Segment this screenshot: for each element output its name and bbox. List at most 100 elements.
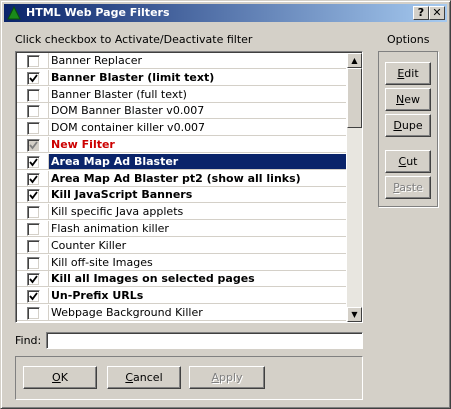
filter-checkbox[interactable] <box>27 273 40 287</box>
filter-checkbox[interactable] <box>27 189 40 203</box>
filter-row[interactable]: Area Map Ad Blaster <box>17 153 346 170</box>
filter-checkbox-cell <box>17 103 49 120</box>
close-button[interactable]: ✕ <box>429 6 445 20</box>
filter-label: Banner Replacer <box>51 54 143 67</box>
filter-label: Un-Prefix URLs <box>51 289 144 303</box>
scroll-down-button[interactable]: ▼ <box>347 307 362 322</box>
filter-checkbox-cell <box>17 69 49 86</box>
filter-row[interactable]: DOM Banner Blaster v0.007 <box>17 103 346 120</box>
filter-checkbox-cell <box>17 187 49 204</box>
filter-label: Banner Blaster (limit text) <box>51 70 215 84</box>
filter-checkbox-cell <box>17 120 49 137</box>
filter-row[interactable]: Flash animation killer <box>17 221 346 237</box>
filter-checkbox-cell <box>17 254 49 271</box>
check-icon <box>29 191 38 200</box>
filter-row[interactable]: Webpage Background Killer <box>17 305 346 321</box>
footer-panel: OK Cancel Apply <box>15 356 363 400</box>
filter-row[interactable]: Counter Killer <box>17 237 346 254</box>
filter-checkbox[interactable] <box>27 122 40 136</box>
filter-row[interactable]: Kill all Images on selected pages <box>17 271 346 288</box>
apply-button[interactable]: Apply <box>189 366 265 389</box>
dupe-button[interactable]: Dupe <box>385 114 431 137</box>
vertical-scrollbar[interactable]: ▲ ▼ <box>347 53 362 322</box>
filter-label: Webpage Background Killer <box>51 306 203 319</box>
filter-checkbox-cell <box>17 53 49 69</box>
filter-label: Kill off-site Images <box>51 255 153 269</box>
close-icon: ✕ <box>432 6 442 19</box>
cut-button-label: Cut <box>398 155 418 168</box>
filter-checkbox-cell <box>17 305 49 321</box>
filter-row[interactable]: Banner Replacer <box>17 53 346 69</box>
scroll-up-button[interactable]: ▲ <box>347 53 362 68</box>
filter-row[interactable]: DOM container killer v0.007 <box>17 120 346 137</box>
check-icon <box>29 158 38 167</box>
filter-checkbox[interactable] <box>27 290 40 304</box>
options-label: Options <box>387 33 430 46</box>
check-icon <box>29 275 38 284</box>
window-title: HTML Web Page Filters <box>26 6 170 19</box>
filter-row[interactable]: New Filter <box>17 137 346 153</box>
check-icon <box>29 141 38 150</box>
filter-checkbox-cell <box>17 221 49 237</box>
filter-checkbox[interactable] <box>27 55 40 68</box>
filter-checkbox[interactable] <box>27 139 40 152</box>
filter-checkbox-cell <box>17 204 49 221</box>
filter-checkbox[interactable] <box>27 88 40 102</box>
filter-label: Counter Killer <box>51 238 127 252</box>
filter-checkbox-cell <box>17 153 49 170</box>
filter-checkbox[interactable] <box>27 223 40 236</box>
new-button[interactable]: New <box>385 88 431 111</box>
filter-row[interactable]: Kill specific Java applets <box>17 204 346 221</box>
filter-checkbox[interactable] <box>27 239 40 253</box>
filter-checkbox[interactable] <box>27 71 40 85</box>
title-bar[interactable]: HTML Web Page Filters ? ✕ <box>4 4 447 22</box>
filter-row[interactable]: Banner Blaster (limit text) <box>17 69 346 86</box>
find-label: Find: <box>15 334 42 347</box>
filter-label: New Filter <box>51 138 115 151</box>
filter-label: DOM Banner Blaster v0.007 <box>51 104 205 118</box>
check-icon <box>29 74 38 83</box>
filter-label: Area Map Ad Blaster pt2 (show all links) <box>51 171 301 185</box>
filter-checkbox[interactable] <box>27 256 40 270</box>
filter-row[interactable]: Banner Blaster (full text) <box>17 86 346 103</box>
app-icon <box>7 6 21 20</box>
edit-button[interactable]: Edit <box>385 62 431 85</box>
filter-row[interactable]: Un-Prefix URLs <box>17 288 346 305</box>
filter-checkbox[interactable] <box>27 105 40 119</box>
filter-label: Flash animation killer <box>51 222 169 235</box>
filter-checkbox[interactable] <box>27 206 40 220</box>
cut-button[interactable]: Cut <box>385 150 431 173</box>
new-button-label: New <box>396 93 420 106</box>
filter-checkbox[interactable] <box>27 172 40 186</box>
check-icon <box>29 175 38 184</box>
paste-button[interactable]: Paste <box>385 176 431 199</box>
filter-row[interactable]: Kill JavaScript Banners <box>17 187 346 204</box>
dupe-button-label: Dupe <box>393 119 423 132</box>
apply-button-label: Apply <box>211 371 243 384</box>
scroll-thumb[interactable] <box>347 68 362 128</box>
filter-label: Kill JavaScript Banners <box>51 188 193 202</box>
filter-row[interactable]: Area Map Ad Blaster pt2 (show all links) <box>17 170 346 187</box>
help-button[interactable]: ? <box>413 6 429 20</box>
instructions-label: Click checkbox to Activate/Deactivate fi… <box>15 33 253 46</box>
filter-checkbox-cell <box>17 288 49 305</box>
filter-row[interactable]: Kill off-site Images <box>17 254 346 271</box>
filter-list[interactable]: ▲ ▼ Banner Replacer Banner Blaster (limit… <box>15 51 363 323</box>
filter-label: Banner Blaster (full text) <box>51 87 187 101</box>
filter-checkbox[interactable] <box>27 155 40 169</box>
filter-checkbox[interactable] <box>27 307 40 320</box>
filter-checkbox-cell <box>17 86 49 103</box>
check-icon <box>29 292 38 301</box>
cancel-button-label: Cancel <box>125 371 163 384</box>
filter-checkbox-cell <box>17 271 49 288</box>
filters-dialog: HTML Web Page Filters ? ✕ Click checkbox… <box>0 0 451 409</box>
filter-label: Kill specific Java applets <box>51 205 184 219</box>
filter-checkbox-cell <box>17 237 49 254</box>
edit-button-label: Edit <box>397 67 419 80</box>
cancel-button[interactable]: Cancel <box>107 366 181 389</box>
find-input[interactable] <box>46 332 363 349</box>
filter-checkbox-cell <box>17 170 49 187</box>
filter-checkbox-cell <box>17 137 49 153</box>
ok-button[interactable]: OK <box>23 366 97 389</box>
options-group: Edit New Dupe Cut Paste <box>378 51 438 207</box>
